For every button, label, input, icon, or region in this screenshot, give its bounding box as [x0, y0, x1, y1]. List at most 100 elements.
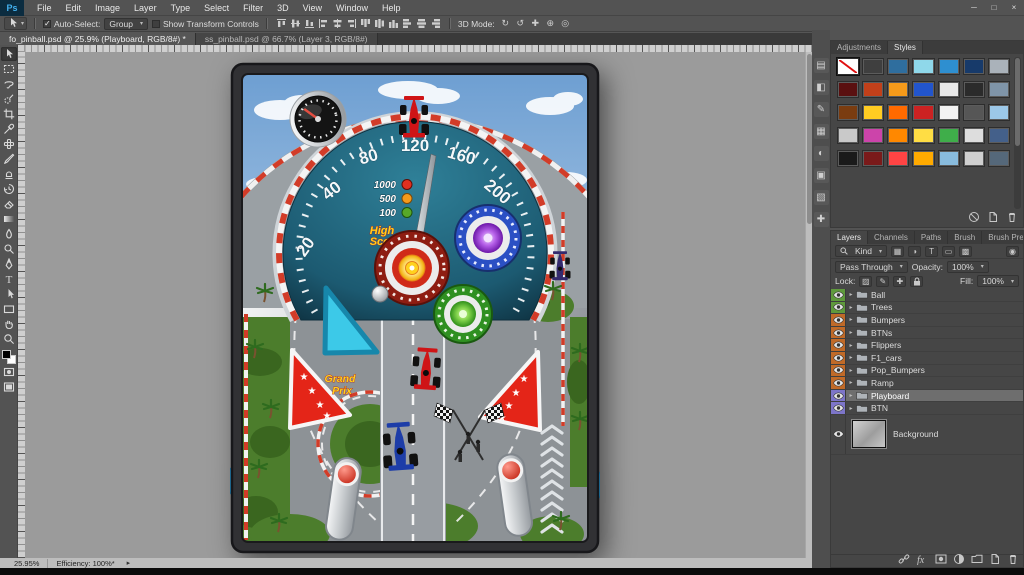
- style-swatch-25[interactable]: [912, 127, 934, 144]
- close-button[interactable]: ×: [1004, 0, 1024, 16]
- style-swatch-34[interactable]: [963, 150, 985, 167]
- filter-smartobject-icon[interactable]: ▩: [959, 246, 972, 257]
- style-swatch-26[interactable]: [938, 127, 960, 144]
- filter-adjustment-icon[interactable]: ◑: [908, 246, 921, 257]
- auto-select-checkbox[interactable]: Auto-Select:: [43, 19, 100, 29]
- filter-shape-icon[interactable]: ▭: [942, 246, 955, 257]
- lock-position-icon[interactable]: ✚: [893, 276, 906, 287]
- style-swatch-35[interactable]: [988, 150, 1010, 167]
- layer-row-btns[interactable]: ▸BTNs: [831, 327, 1023, 340]
- hand-tool[interactable]: [1, 317, 17, 331]
- collapsed-panel-icon-7[interactable]: ▧: [814, 190, 829, 205]
- menu-item-help[interactable]: Help: [375, 0, 408, 16]
- style-swatch-10[interactable]: [887, 81, 909, 98]
- layer-row-ramp[interactable]: ▸Ramp: [831, 377, 1023, 390]
- new-style-icon[interactable]: [987, 210, 999, 228]
- lasso-tool[interactable]: [1, 77, 17, 91]
- style-swatch-30[interactable]: [862, 150, 884, 167]
- style-swatch-24[interactable]: [887, 127, 909, 144]
- ruler-vertical[interactable]: [18, 52, 25, 558]
- layer-row-flippers[interactable]: ▸Flippers: [831, 339, 1023, 352]
- shape-tool[interactable]: [1, 302, 17, 316]
- style-swatch-5[interactable]: [938, 58, 960, 75]
- layer-visibility-toggle[interactable]: [831, 390, 846, 402]
- tab-adjustments[interactable]: Adjustments: [831, 41, 888, 54]
- collapsed-panel-icon-4[interactable]: ▦: [814, 124, 829, 139]
- menu-item-window[interactable]: Window: [329, 0, 375, 16]
- style-swatch-13[interactable]: [963, 81, 985, 98]
- styles-scrollbar[interactable]: [1014, 57, 1021, 209]
- collapsed-panel-icon-2[interactable]: ◧: [814, 80, 829, 95]
- layer-visibility-toggle[interactable]: [831, 339, 846, 351]
- minimize-button[interactable]: ─: [964, 0, 984, 16]
- align-right-edges-icon[interactable]: [345, 18, 358, 30]
- path-selection-tool[interactable]: [1, 287, 17, 301]
- distribute-bottom-icon[interactable]: [387, 18, 400, 30]
- style-swatch-18[interactable]: [912, 104, 934, 121]
- tab-channels[interactable]: Channels: [868, 231, 915, 244]
- collapsed-panel-icon-8[interactable]: ✚: [814, 212, 829, 227]
- lock-all-icon[interactable]: [910, 276, 923, 287]
- history-brush-tool[interactable]: [1, 182, 17, 196]
- layer-visibility-toggle[interactable]: [831, 415, 846, 454]
- maximize-button[interactable]: □: [984, 0, 1004, 16]
- eyedropper-tool[interactable]: [1, 122, 17, 136]
- vertical-scrollbar[interactable]: [805, 52, 812, 558]
- style-swatch-9[interactable]: [862, 81, 884, 98]
- tab-paths[interactable]: Paths: [915, 231, 948, 244]
- filter-kind-dropdown[interactable]: Kind ▾: [835, 245, 887, 257]
- style-swatch-22[interactable]: [837, 127, 859, 144]
- style-swatch-1[interactable]: [837, 58, 859, 75]
- layer-row-btn[interactable]: ▸BTN: [831, 402, 1023, 415]
- layer-row-ball[interactable]: ▸Ball: [831, 289, 1023, 302]
- gradient-tool[interactable]: [1, 212, 17, 226]
- tab-styles[interactable]: Styles: [888, 41, 923, 54]
- style-swatch-11[interactable]: [912, 81, 934, 98]
- style-swatch-4[interactable]: [912, 58, 934, 75]
- menu-item-filter[interactable]: Filter: [236, 0, 270, 16]
- menu-item-view[interactable]: View: [296, 0, 329, 16]
- delete-style-icon[interactable]: [1006, 210, 1018, 228]
- style-swatch-33[interactable]: [938, 150, 960, 167]
- blend-mode-dropdown[interactable]: Pass Through ▾: [835, 261, 908, 273]
- layer-thumbnail[interactable]: [852, 420, 886, 448]
- style-swatch-20[interactable]: [963, 104, 985, 121]
- zoom-tool[interactable]: [1, 332, 17, 346]
- scrollbar-thumb[interactable]: [1015, 58, 1020, 146]
- collapsed-panel-icon-1[interactable]: ▤: [814, 58, 829, 73]
- menu-item-image[interactable]: Image: [88, 0, 127, 16]
- group-expand-arrow[interactable]: ▸: [846, 392, 856, 399]
- distribute-right-icon[interactable]: [429, 18, 442, 30]
- type-tool[interactable]: T: [1, 272, 17, 286]
- filter-type-icon[interactable]: T: [925, 246, 938, 257]
- align-bottom-edges-icon[interactable]: [303, 18, 316, 30]
- style-swatch-29[interactable]: [837, 150, 859, 167]
- layer-row-background[interactable]: Background: [831, 415, 1023, 455]
- group-expand-arrow[interactable]: ▸: [846, 342, 856, 349]
- menu-item-edit[interactable]: Edit: [59, 0, 89, 16]
- layer-row-bumpers[interactable]: ▸Bumpers: [831, 314, 1023, 327]
- style-swatch-19[interactable]: [938, 104, 960, 121]
- layer-visibility-toggle[interactable]: [831, 365, 846, 377]
- tab-brush-presets[interactable]: Brush Presets: [982, 231, 1023, 244]
- foreground-color-swatch[interactable]: [2, 350, 11, 359]
- auto-select-scope-dropdown[interactable]: Group ▾: [104, 18, 148, 30]
- 3d-pan-icon[interactable]: ✚: [529, 18, 542, 30]
- screen-mode-button[interactable]: [1, 380, 17, 394]
- layer-visibility-toggle[interactable]: [831, 302, 846, 314]
- group-expand-arrow[interactable]: ▸: [846, 316, 856, 323]
- style-swatch-27[interactable]: [963, 127, 985, 144]
- clone-stamp-tool[interactable]: [1, 167, 17, 181]
- group-expand-arrow[interactable]: ▸: [846, 329, 856, 336]
- collapsed-panel-icon-6[interactable]: ▣: [814, 168, 829, 183]
- brush-tool[interactable]: [1, 152, 17, 166]
- blur-tool[interactable]: [1, 227, 17, 241]
- group-expand-arrow[interactable]: ▸: [846, 354, 856, 361]
- clear-style-icon[interactable]: [968, 210, 980, 228]
- style-swatch-14[interactable]: [988, 81, 1010, 98]
- tab-brush[interactable]: Brush: [948, 231, 982, 244]
- dodge-tool[interactable]: [1, 242, 17, 256]
- layer-row-f1_cars[interactable]: ▸F1_cars: [831, 352, 1023, 365]
- menu-item-file[interactable]: File: [30, 0, 59, 16]
- distribute-hcenter-icon[interactable]: [415, 18, 428, 30]
